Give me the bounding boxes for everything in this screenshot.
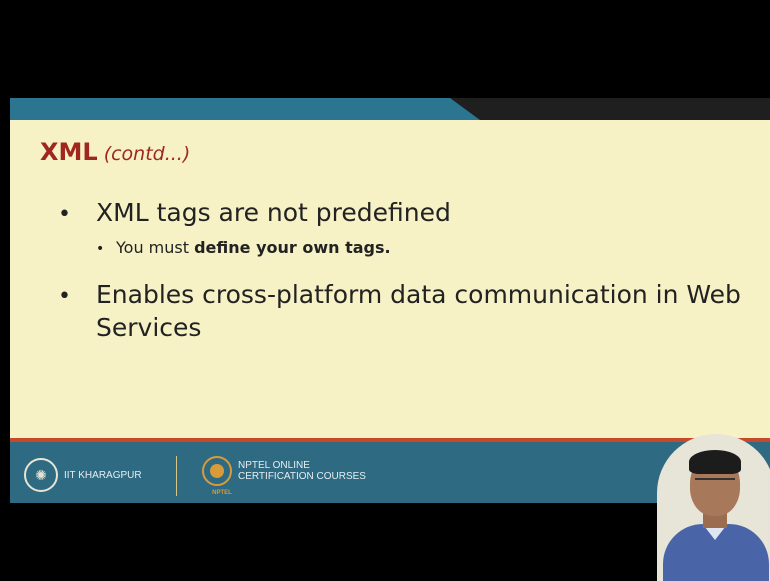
presenter-hair xyxy=(689,450,741,474)
nptel-title: NPTEL ONLINE CERTIFICATION COURSES xyxy=(238,460,366,482)
bullet-list: • XML tags are not predefined • You must… xyxy=(58,196,748,350)
bullet-dot: • xyxy=(58,202,71,227)
sub-bullet-prefix: You must xyxy=(116,238,195,257)
institute-branding: ✺ IIT KHARAGPUR xyxy=(24,458,142,492)
iit-kharagpur-logo-icon: ✺ xyxy=(24,458,58,492)
sub-bullet-bold: define your own tags. xyxy=(194,238,391,257)
slide-title-suffix: (contd...) xyxy=(103,143,191,165)
nptel-line-2: CERTIFICATION COURSES xyxy=(238,471,366,482)
bullet-dot: • xyxy=(58,284,71,309)
nptel-line-1: NPTEL ONLINE xyxy=(238,460,310,471)
presenter-glasses xyxy=(695,478,735,490)
slide-top-bar xyxy=(10,98,770,120)
presenter-video xyxy=(657,434,770,581)
footer-divider xyxy=(176,456,177,496)
bullet-text: Enables cross-platform data communicatio… xyxy=(96,280,741,342)
slide-title-main: XML xyxy=(40,138,98,166)
slide-title: XML (contd...) xyxy=(40,138,190,166)
slide-top-bar-accent xyxy=(10,98,480,120)
footer-accent-line xyxy=(10,438,770,442)
bullet-text: XML tags are not predefined xyxy=(96,198,451,227)
institute-name: IIT KHARAGPUR xyxy=(64,469,142,481)
bullet-item: • Enables cross-platform data communicat… xyxy=(58,278,748,344)
video-frame: XML (contd...) • XML tags are not predefi… xyxy=(0,0,770,581)
slide-footer: ✺ IIT KHARAGPUR NPTEL NPTEL ONLINE CERTI… xyxy=(10,438,770,503)
nptel-logo-text: NPTEL xyxy=(212,490,232,496)
nptel-logo-icon xyxy=(202,456,232,486)
sub-bullet-text: You must define your own tags. xyxy=(116,237,391,259)
bullet-item: • XML tags are not predefined xyxy=(58,196,748,231)
sub-bullet-item: • You must define your own tags. xyxy=(96,237,748,260)
nptel-branding: NPTEL NPTEL ONLINE CERTIFICATION COURSES xyxy=(202,456,366,496)
sub-bullet-dot: • xyxy=(96,241,105,257)
nptel-logo-wrap: NPTEL xyxy=(202,456,238,496)
